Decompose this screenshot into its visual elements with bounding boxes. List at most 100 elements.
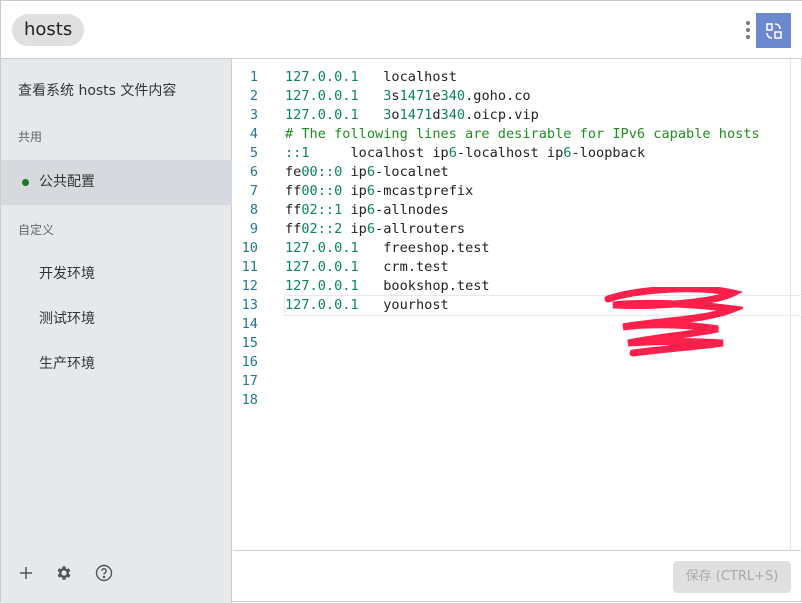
line-number: 8 <box>249 202 258 218</box>
swap-view-button[interactable] <box>756 13 791 48</box>
editor-line[interactable]: 2 127.0.0.1 3s1471e340.goho.co <box>233 87 802 106</box>
sidebar-item-test[interactable]: 测试环境 <box>1 297 232 342</box>
line-code: ff02::2 ip6-allrouters <box>285 220 465 239</box>
editor-line[interactable]: 11 127.0.0.1 crm.test <box>233 258 802 277</box>
code-token: 02::2 <box>301 221 343 237</box>
code-token: ::1 <box>285 145 310 161</box>
hosts-editor[interactable]: 1 127.0.0.1 localhost 2 127.0.0.1 3s1471e34… <box>233 59 802 551</box>
code-token: ff <box>285 183 302 199</box>
code-token: ip <box>342 183 367 199</box>
sidebar-item-public-config[interactable]: 公共配置 <box>1 160 232 205</box>
header: hosts <box>1 1 802 59</box>
view-system-hosts-link[interactable]: 查看系统 hosts 文件内容 <box>18 80 176 100</box>
line-code: 127.0.0.1 3s1471e340.goho.co <box>285 87 531 106</box>
line-number: 10 <box>241 240 258 256</box>
code-token: 6 <box>366 183 376 199</box>
code-token: localhost <box>358 69 457 85</box>
code-token: 127.0.0.1 <box>285 278 359 294</box>
code-token: localhost ip <box>309 145 449 161</box>
redaction-scribble <box>604 287 743 357</box>
code-token: 127.0.0.1 <box>285 88 359 104</box>
code-token: 127.0.0.1 <box>285 240 359 256</box>
sidebar-item-prod[interactable]: 生产环境 <box>1 342 232 387</box>
line-number: 15 <box>241 335 258 351</box>
code-token: ff <box>285 221 302 237</box>
editor-line[interactable]: 8 ff02::1 ip6-allnodes <box>233 201 802 220</box>
editor-line[interactable]: 4 # The following lines are desirable for… <box>233 125 802 144</box>
app-title: hosts <box>12 14 85 46</box>
line-number: 9 <box>249 221 258 237</box>
code-token: ip <box>342 202 367 218</box>
code-token: 1471 <box>399 88 433 104</box>
line-number: 3 <box>249 107 258 123</box>
plus-icon[interactable] <box>19 566 33 580</box>
editor-scrollbar[interactable] <box>790 59 802 551</box>
line-code: 127.0.0.1 localhost <box>285 68 457 87</box>
code-token: 127.0.0.1 <box>285 259 359 275</box>
code-token: -allnodes <box>375 202 449 218</box>
editor-line[interactable]: 18 <box>233 391 802 410</box>
line-code: 127.0.0.1 freeshop.test <box>285 239 490 258</box>
code-token: -localhost ip <box>456 145 564 161</box>
code-token: 6 <box>366 202 376 218</box>
code-token: -allrouters <box>375 221 466 237</box>
code-token: crm.test <box>358 259 449 275</box>
code-token: ip <box>342 221 367 237</box>
code-token: .oicp.vip <box>465 107 539 123</box>
line-number: 4 <box>249 126 258 142</box>
sidebar: 查看系统 hosts 文件内容 共用 公共配置 自定义 开发环境 测试环境 生产… <box>1 59 232 603</box>
code-token: -localnet <box>375 164 449 180</box>
line-code: 127.0.0.1 bookshop.test <box>285 277 490 296</box>
more-vertical-icon[interactable] <box>744 19 752 41</box>
code-token: 00::0 <box>301 183 343 199</box>
editor-line[interactable]: 3 127.0.0.1 3o1471d340.oicp.vip <box>233 106 802 125</box>
save-button[interactable]: 保存 (CTRL+S) <box>673 561 791 593</box>
section-label-custom: 自定义 <box>18 223 55 237</box>
code-token: o <box>391 107 400 123</box>
code-token: 127.0.0.1 <box>285 297 359 313</box>
code-token: fe <box>285 164 302 180</box>
line-number: 2 <box>249 88 258 104</box>
line-number: 18 <box>241 392 258 408</box>
sidebar-item-label: 公共配置 <box>39 174 95 190</box>
editor-line[interactable]: 5::1 localhost ip6-localhost ip6-loopbac… <box>233 144 802 163</box>
editor-line[interactable]: 17 <box>233 372 802 391</box>
code-token: s <box>391 88 400 104</box>
line-number: 11 <box>241 259 258 275</box>
editor-line[interactable]: 10 127.0.0.1 freeshop.test <box>233 239 802 258</box>
line-code: 127.0.0.1 crm.test <box>285 258 449 277</box>
code-token: d <box>432 107 441 123</box>
code-token: -loopback <box>571 145 646 161</box>
editor-line[interactable]: 1 127.0.0.1 localhost <box>233 68 802 87</box>
line-code: 127.0.0.1 3o1471d340.oicp.vip <box>285 106 539 125</box>
line-code: ::1 localhost ip6-localhost ip6-loopback <box>285 144 645 163</box>
code-token: 6 <box>448 145 457 161</box>
code-token: 6 <box>366 164 376 180</box>
line-number: 12 <box>241 278 258 294</box>
code-token: -mcastprefix <box>375 183 474 199</box>
code-token: freeshop.test <box>358 240 490 256</box>
sidebar-item-dev[interactable]: 开发环境 <box>1 252 232 297</box>
code-token: e <box>432 88 441 104</box>
line-number: 5 <box>249 145 258 161</box>
code-token: yourhost <box>358 297 449 313</box>
gear-icon[interactable] <box>55 564 73 582</box>
code-token: bookshop.test <box>358 278 490 294</box>
line-number: 17 <box>241 373 258 389</box>
editor-line[interactable]: 9 ff02::2 ip6-allrouters <box>233 220 802 239</box>
swap-view-icon <box>765 22 782 39</box>
code-token: 127.0.0.1 <box>285 69 359 85</box>
editor-line[interactable]: 6 fe00::0 ip6-localnet <box>233 163 802 182</box>
help-icon[interactable] <box>95 564 113 582</box>
code-token: 6 <box>366 221 376 237</box>
code-token: 340 <box>440 88 466 104</box>
code-token: 02::1 <box>301 202 343 218</box>
code-token: ip <box>342 164 367 180</box>
code-token: # The following lines are desirable for … <box>285 126 760 142</box>
line-code: ff02::1 ip6-allnodes <box>285 201 449 220</box>
line-number: 16 <box>241 354 258 370</box>
editor-line[interactable]: 7 ff00::0 ip6-mcastprefix <box>233 182 802 201</box>
code-token: ff <box>285 202 302 218</box>
